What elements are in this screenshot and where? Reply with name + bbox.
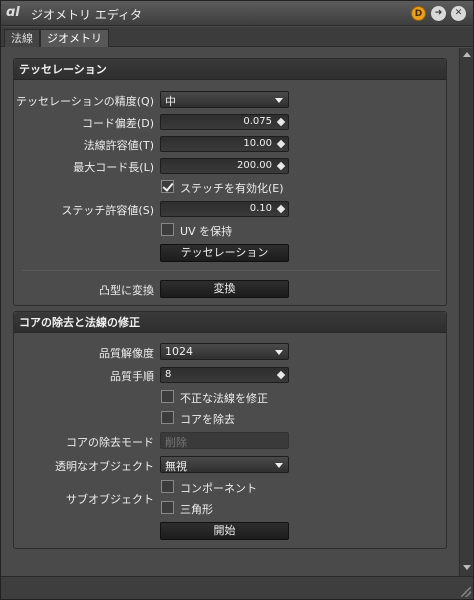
subobject-label: サブオブジェクト (66, 493, 154, 506)
remove-core-label: コアを除去 (180, 413, 235, 426)
forward-arrow-icon[interactable]: ➜ (431, 6, 446, 21)
component-label: コンポーネント (180, 482, 257, 495)
checkbox-unchecked-icon[interactable] (161, 223, 174, 236)
stitch-tolerance-field[interactable]: 0.10 (160, 201, 289, 217)
tessellation-panel: テッセレーション テッセレーションの精度(Q) 中 コード偏差(D) 0.075… (13, 58, 447, 306)
stitch-enable-checkbox[interactable]: ステッチを有効化(E) (161, 180, 301, 195)
remove-core-checkbox[interactable]: コアを除去 (161, 411, 281, 426)
dock-badge-icon[interactable]: D (411, 6, 426, 21)
checkbox-unchecked-icon[interactable] (161, 390, 174, 403)
chevron-down-icon (275, 350, 283, 355)
checkbox-unchecked-icon[interactable] (161, 501, 174, 514)
core-removal-header[interactable]: コアの除去と法線の修正 (14, 312, 446, 333)
core-mode-value: 削除 (165, 436, 187, 449)
normal-tolerance-value: 10.00 (243, 138, 272, 149)
transparent-objects-dropdown[interactable]: 無視 (160, 456, 289, 473)
spinner-diamond-icon[interactable] (276, 370, 286, 380)
chord-deviation-field[interactable]: 0.075 (160, 114, 289, 130)
max-chord-field[interactable]: 200.00 (160, 158, 289, 174)
quality-resolution-label: 品質解像度 (99, 347, 154, 360)
tab-bar: 法線 ジオメトリ (1, 27, 473, 47)
content-area: テッセレーション テッセレーションの精度(Q) 中 コード偏差(D) 0.075… (1, 48, 473, 576)
status-bar (1, 576, 473, 599)
chevron-down-icon (275, 98, 283, 103)
start-button[interactable]: 開始 (160, 522, 289, 540)
fix-normals-checkbox[interactable]: 不正な法線を修正 (161, 390, 311, 405)
chord-deviation-value: 0.075 (243, 116, 272, 127)
quality-resolution-value: 1024 (165, 345, 193, 358)
stitch-tolerance-label: ステッチ許容値(S) (61, 204, 154, 217)
normal-tolerance-label: 法線許容値(T) (83, 139, 154, 152)
stitch-enable-label: ステッチを有効化(E) (180, 182, 284, 195)
convex-label: 凸型に変換 (99, 284, 154, 297)
core-removal-panel: コアの除去と法線の修正 品質解像度 1024 品質手順 8 不正な法線を修正 コ… (13, 311, 447, 549)
quality-resolution-dropdown[interactable]: 1024 (160, 343, 289, 360)
tab-normals[interactable]: 法線 (4, 29, 40, 47)
close-icon[interactable]: ✕ (451, 6, 466, 21)
spinner-diamond-icon[interactable] (276, 161, 286, 171)
spinner-diamond-icon[interactable] (276, 117, 286, 127)
geometry-editor-window: ɑl ジオメトリ エディタ D ➜ ✕ 法線 ジオメトリ テッセレーション テッ… (0, 0, 474, 600)
max-chord-value: 200.00 (237, 160, 272, 171)
spinner-diamond-icon[interactable] (276, 139, 286, 149)
component-checkbox[interactable]: コンポーネント (161, 480, 281, 495)
spinner-diamond-icon[interactable] (276, 204, 286, 214)
quality-steps-field[interactable]: 8 (160, 367, 289, 383)
stitch-tolerance-value: 0.10 (249, 203, 272, 214)
scroll-down-icon[interactable] (463, 565, 471, 570)
fix-normals-label: 不正な法線を修正 (180, 392, 268, 405)
tessellation-header[interactable]: テッセレーション (14, 59, 446, 80)
transparent-objects-value: 無視 (165, 460, 187, 473)
keep-uv-label: UV を保持 (180, 225, 233, 238)
tessellate-button[interactable]: テッセレーション (160, 244, 289, 262)
precision-label: テッセレーションの精度(Q) (15, 95, 154, 108)
keep-uv-checkbox[interactable]: UV を保持 (161, 223, 281, 238)
vertical-scrollbar[interactable] (459, 48, 473, 576)
resize-grip-icon[interactable] (461, 587, 471, 597)
convert-button[interactable]: 変換 (160, 280, 289, 298)
title-bar[interactable]: ɑl ジオメトリ エディタ D ➜ ✕ (1, 1, 473, 26)
scroll-up-icon[interactable] (463, 52, 471, 57)
chevron-down-icon (275, 463, 283, 468)
core-mode-label: コアの除去モード (66, 436, 154, 449)
triangle-label: 三角形 (180, 503, 213, 516)
max-chord-label: 最大コード長(L) (73, 161, 154, 174)
divider (22, 270, 440, 271)
checkbox-checked-icon[interactable] (161, 180, 174, 193)
core-mode-dropdown: 削除 (160, 432, 289, 449)
checkbox-unchecked-icon[interactable] (161, 480, 174, 493)
precision-value: 中 (165, 95, 176, 108)
transparent-objects-label: 透明なオブジェクト (55, 460, 154, 473)
chord-deviation-label: コード偏差(D) (81, 117, 154, 130)
quality-steps-value: 8 (165, 369, 172, 380)
tab-geometry[interactable]: ジオメトリ (40, 29, 109, 47)
chevron-down-icon (275, 439, 283, 444)
quality-steps-label: 品質手順 (110, 370, 154, 383)
precision-dropdown[interactable]: 中 (160, 91, 289, 108)
normal-tolerance-field[interactable]: 10.00 (160, 136, 289, 152)
app-logo-icon: ɑl (6, 5, 20, 20)
checkbox-unchecked-icon[interactable] (161, 411, 174, 424)
triangle-checkbox[interactable]: 三角形 (161, 501, 281, 516)
window-title: ジオメトリ エディタ (31, 8, 142, 22)
